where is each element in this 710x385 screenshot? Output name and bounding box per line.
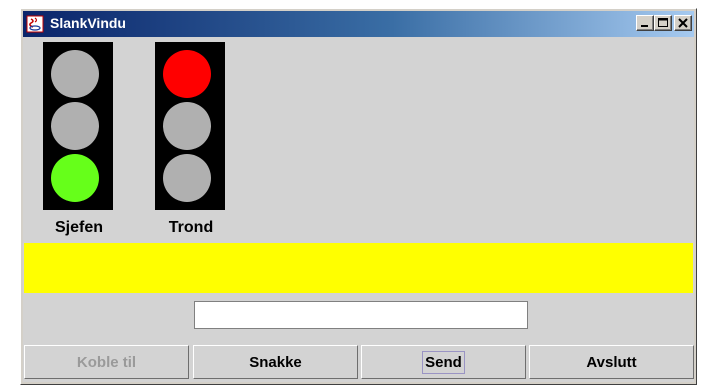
- lamp-bottom: [163, 154, 211, 202]
- message-input[interactable]: [194, 301, 528, 329]
- quit-button[interactable]: Avslutt: [529, 345, 694, 379]
- lamp-top: [51, 50, 99, 98]
- window-title: SlankVindu: [50, 15, 126, 31]
- minimize-icon: [641, 25, 648, 27]
- maximize-icon: [658, 18, 668, 27]
- traffic-light-label-trond: Trond: [168, 219, 214, 236]
- talk-button-label: Snakke: [249, 353, 302, 371]
- close-icon: [678, 18, 688, 28]
- traffic-light-sjefen: [43, 42, 113, 210]
- java-app-icon: [26, 15, 44, 33]
- connect-button[interactable]: Koble til: [24, 345, 189, 379]
- lamp-top: [163, 50, 211, 98]
- traffic-light-trond: [155, 42, 225, 210]
- app-window: SlankVindu Sjefen Trond Koble til Snakke…: [20, 8, 697, 385]
- talk-button[interactable]: Snakke: [193, 345, 358, 379]
- lamp-bottom: [51, 154, 99, 202]
- maximize-button[interactable]: [654, 15, 672, 31]
- traffic-light-label-sjefen: Sjefen: [54, 219, 103, 236]
- quit-button-label: Avslutt: [586, 353, 637, 371]
- send-button-label: Send: [422, 350, 465, 374]
- lamp-middle: [163, 102, 211, 150]
- button-row: Koble til Snakke Send Avslutt: [23, 345, 694, 379]
- main-panel: Sjefen Trond Koble til Snakke Send Avslu…: [23, 37, 694, 382]
- connect-button-label: Koble til: [76, 353, 137, 371]
- close-button[interactable]: [674, 15, 692, 31]
- status-bar: [24, 243, 693, 293]
- lamp-middle: [51, 102, 99, 150]
- minimize-button[interactable]: [636, 15, 654, 31]
- send-button[interactable]: Send: [361, 345, 526, 379]
- title-bar[interactable]: SlankVindu: [23, 11, 694, 37]
